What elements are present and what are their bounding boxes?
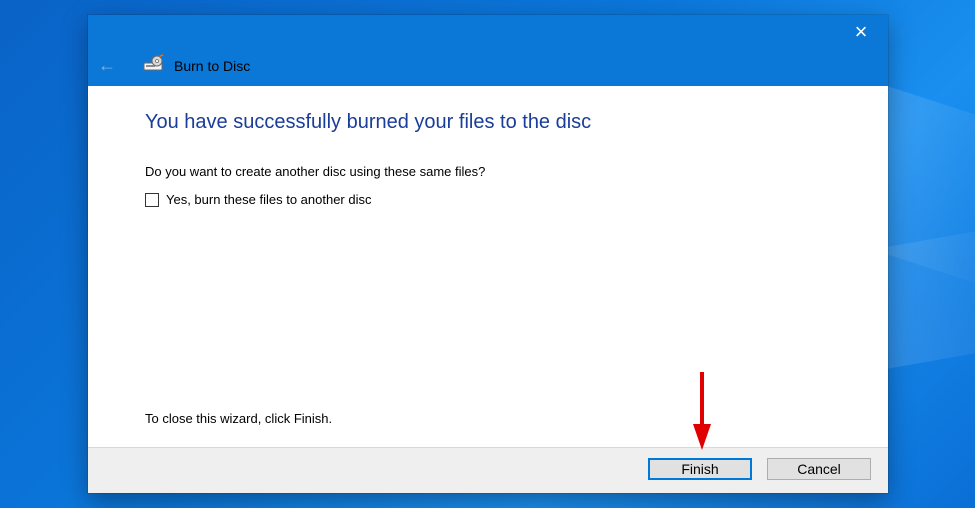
burn-another-disc-checkbox[interactable] bbox=[145, 192, 159, 207]
back-arrow-icon: ← bbox=[98, 55, 116, 75]
success-heading: You have successfully burned your files … bbox=[145, 111, 592, 133]
window-title: Burn to Disc bbox=[174, 58, 251, 74]
burn-another-disc-label: Yes, burn these files to another disc bbox=[166, 191, 372, 207]
burn-disc-icon bbox=[142, 54, 166, 74]
close-wizard-instruction: To close this wizard, click Finish. bbox=[145, 411, 333, 426]
close-icon: × bbox=[854, 19, 868, 44]
burn-to-disc-dialog: × ← Burn to Disc You have successfully b… bbox=[88, 15, 888, 493]
red-arrow-icon bbox=[693, 372, 711, 450]
back-button: ← bbox=[98, 56, 122, 74]
create-another-disc-question: Do you want to create another disc using… bbox=[145, 164, 486, 179]
dialog-footer: Finish Cancel bbox=[88, 447, 888, 493]
finish-button[interactable]: Finish bbox=[648, 458, 752, 480]
burn-another-disc-option[interactable]: Yes, burn these files to another disc bbox=[145, 191, 371, 208]
wizard-content: You have successfully burned your files … bbox=[88, 86, 888, 447]
cancel-button[interactable]: Cancel bbox=[767, 458, 871, 480]
close-button[interactable]: × bbox=[838, 15, 884, 49]
title-bar: × ← Burn to Disc bbox=[88, 15, 888, 86]
